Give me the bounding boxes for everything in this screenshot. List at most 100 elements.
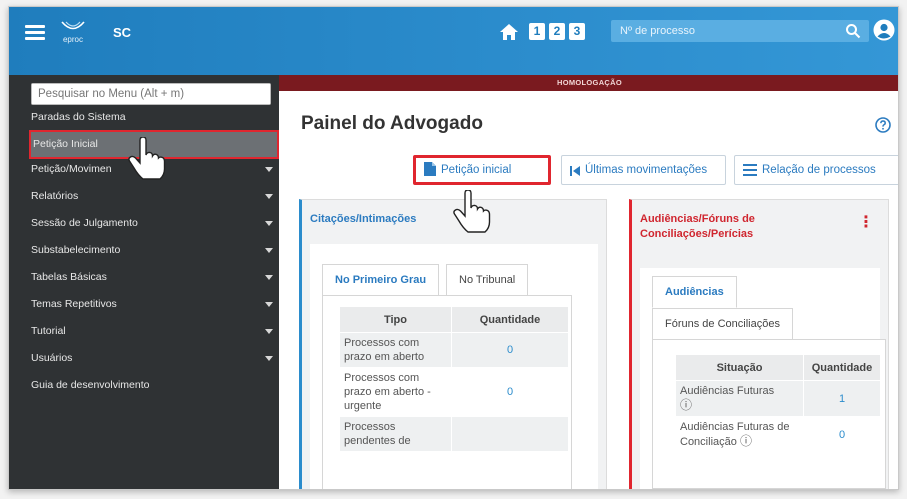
- chevron-down-icon: [265, 194, 273, 199]
- panel-body: No Primeiro Grau No Tribunal Tipo Quanti…: [310, 244, 598, 489]
- relacao-processos-button[interactable]: Relação de processos: [734, 155, 898, 185]
- row-situacao: Audiências Futuras de Conciliação ⓘ: [675, 416, 804, 453]
- sidebar-item-label: Temas Repetitivos: [31, 298, 117, 310]
- kebab-menu-icon[interactable]: ⋮: [858, 212, 874, 232]
- sidebar-item-label: Tabelas Básicas: [31, 271, 107, 283]
- tab-primeiro-grau[interactable]: No Primeiro Grau: [322, 264, 440, 296]
- sidebar-item-paradas[interactable]: Paradas do Sistema: [9, 111, 279, 130]
- help-icon[interactable]: [875, 117, 891, 133]
- column-header: Quantidade: [451, 306, 569, 333]
- column-header: Tipo: [339, 306, 452, 333]
- row-quantidade-link[interactable]: [451, 416, 569, 452]
- sidebar-item-sessao-julgamento[interactable]: Sessão de Julgamento: [9, 213, 279, 240]
- panel-title: Citações/Intimações: [310, 213, 417, 225]
- sidebar-item-label: Usuários: [31, 352, 73, 364]
- citacoes-table-box: Tipo Quantidade Processos com prazo em a…: [322, 295, 572, 489]
- table-row: Processos pendentes de: [339, 416, 569, 452]
- sidebar-item-temas-repetitivos[interactable]: Temas Repetitivos: [9, 294, 279, 321]
- sidebar-item-tutorial[interactable]: Tutorial: [9, 321, 279, 348]
- sidebar-menu: Paradas do Sistema Petição Inicial Petiç…: [9, 75, 279, 489]
- sidebar-item-label: Relatórios: [31, 190, 79, 202]
- row-quantidade-link[interactable]: 0: [451, 332, 569, 368]
- chevron-down-icon: [265, 167, 273, 172]
- column-header: Situação: [675, 354, 804, 381]
- sidebar-item-substabelecimento[interactable]: Substabelecimento: [9, 240, 279, 267]
- chevron-down-icon: [265, 302, 273, 307]
- help-icon[interactable]: ⓘ: [740, 434, 752, 448]
- brand-label: SC: [113, 25, 132, 40]
- chevron-down-icon: [265, 275, 273, 280]
- audiencias-table-box: Situação Quantidade Audiências Futuras ⓘ …: [652, 339, 886, 489]
- menu-list: Paradas do Sistema Petição Inicial Petiç…: [9, 111, 279, 402]
- row-tipo: Processos pendentes de: [339, 416, 452, 452]
- panel-body: Audiências Fóruns de Conciliações Situaç…: [640, 268, 886, 489]
- eproc-logo[interactable]: eproc: [57, 19, 89, 45]
- sidebar-item-usuarios[interactable]: Usuários: [9, 348, 279, 375]
- process-number-input[interactable]: [611, 20, 831, 42]
- shortcut-3-button[interactable]: 3: [569, 23, 585, 40]
- row-quantidade-link[interactable]: 1: [803, 380, 881, 417]
- sidebar-item-relatorios[interactable]: Relatórios: [9, 186, 279, 213]
- row-situacao-text: Audiências Futuras: [680, 385, 775, 397]
- row-situacao-text: Audiências Futuras de Conciliação: [680, 421, 790, 448]
- menu-search-input[interactable]: [32, 84, 270, 104]
- table-row: Audiências Futuras ⓘ 1: [675, 380, 881, 417]
- app-window: eproc SC 1 2 3 Paradas do Sistema Pe: [8, 6, 899, 490]
- tab-tribunal[interactable]: No Tribunal: [446, 264, 529, 296]
- button-label: Petição inicial: [441, 164, 512, 176]
- table-row: Audiências Futuras de Conciliação ⓘ 0: [675, 416, 881, 453]
- sidebar-item-tabelas-basicas[interactable]: Tabelas Básicas: [9, 267, 279, 294]
- citacoes-table: Tipo Quantidade Processos com prazo em a…: [339, 306, 569, 452]
- user-account-icon[interactable]: [873, 19, 895, 41]
- table-row: Processos com prazo em aberto 0: [339, 332, 569, 368]
- search-icon[interactable]: [845, 23, 861, 39]
- table-row: Processos com prazo em aberto - urgente …: [339, 367, 569, 417]
- sidebar-item-label: Sessão de Julgamento: [31, 217, 138, 229]
- home-icon[interactable]: [499, 22, 519, 42]
- chevron-down-icon: [265, 329, 273, 334]
- sidebar-item-guia-desenvolvimento[interactable]: Guia de desenvolvimento: [9, 375, 279, 402]
- button-label: Relação de processos: [762, 164, 876, 176]
- menu-search: [31, 83, 271, 105]
- logo-text: eproc: [62, 35, 83, 44]
- row-quantidade-link[interactable]: 0: [451, 367, 569, 417]
- tab-audiencias[interactable]: Audiências: [652, 276, 737, 308]
- hand-pointer-icon: [453, 190, 491, 233]
- skip-back-icon: [570, 166, 580, 176]
- chevron-down-icon: [265, 221, 273, 226]
- sidebar-item-peticao-movimentacao[interactable]: Petição/Movimen: [9, 159, 279, 186]
- row-tipo: Processos com prazo em aberto - urgente: [339, 367, 452, 417]
- process-search: [611, 20, 869, 42]
- row-quantidade-link[interactable]: 0: [803, 416, 881, 453]
- sidebar-item-label: Petição Inicial: [33, 138, 98, 150]
- ultimas-movimentacoes-button[interactable]: Últimas movimentações: [561, 155, 726, 185]
- chevron-down-icon: [265, 356, 273, 361]
- sidebar-item-label: Guia de desenvolvimento: [31, 379, 150, 391]
- audiencias-table: Situação Quantidade Audiências Futuras ⓘ …: [675, 354, 881, 453]
- chevron-down-icon: [265, 248, 273, 253]
- environment-banner: HOMOLOGAÇÃO: [279, 75, 898, 91]
- sidebar-item-label: Paradas do Sistema: [31, 111, 126, 123]
- list-icon: [743, 164, 757, 176]
- peticao-inicial-button[interactable]: Petição inicial: [413, 155, 551, 185]
- button-label: Últimas movimentações: [585, 164, 708, 176]
- tab-foruns-conciliacoes[interactable]: Fóruns de Conciliações: [652, 308, 793, 340]
- row-situacao: Audiências Futuras ⓘ: [675, 380, 804, 417]
- top-bar: eproc SC 1 2 3: [9, 7, 898, 75]
- sidebar-item-label: Tutorial: [31, 325, 66, 337]
- citacoes-panel: Citações/Intimações No Primeiro Grau No …: [299, 190, 607, 489]
- column-header: Quantidade: [803, 354, 881, 381]
- row-tipo: Processos com prazo em aberto: [339, 332, 452, 368]
- sidebar-item-label: Substabelecimento: [31, 244, 121, 256]
- help-icon[interactable]: ⓘ: [680, 398, 692, 412]
- sidebar-item-label: Petição/Movimen: [31, 163, 112, 175]
- shortcut-2-button[interactable]: 2: [549, 23, 565, 40]
- hamburger-menu-icon[interactable]: [25, 25, 45, 41]
- sidebar-item-peticao-inicial[interactable]: Petição Inicial: [29, 130, 279, 159]
- page-title: Painel do Advogado: [301, 113, 483, 134]
- main-content: HOMOLOGAÇÃO Painel do Advogado Petição i…: [279, 75, 898, 489]
- audiencias-panel: Audiências/Fóruns de Conciliações/Períci…: [629, 199, 889, 489]
- document-icon: [424, 162, 436, 176]
- panel-title: Audiências/Fóruns de Conciliações/Períci…: [640, 213, 755, 240]
- shortcut-1-button[interactable]: 1: [529, 23, 545, 40]
